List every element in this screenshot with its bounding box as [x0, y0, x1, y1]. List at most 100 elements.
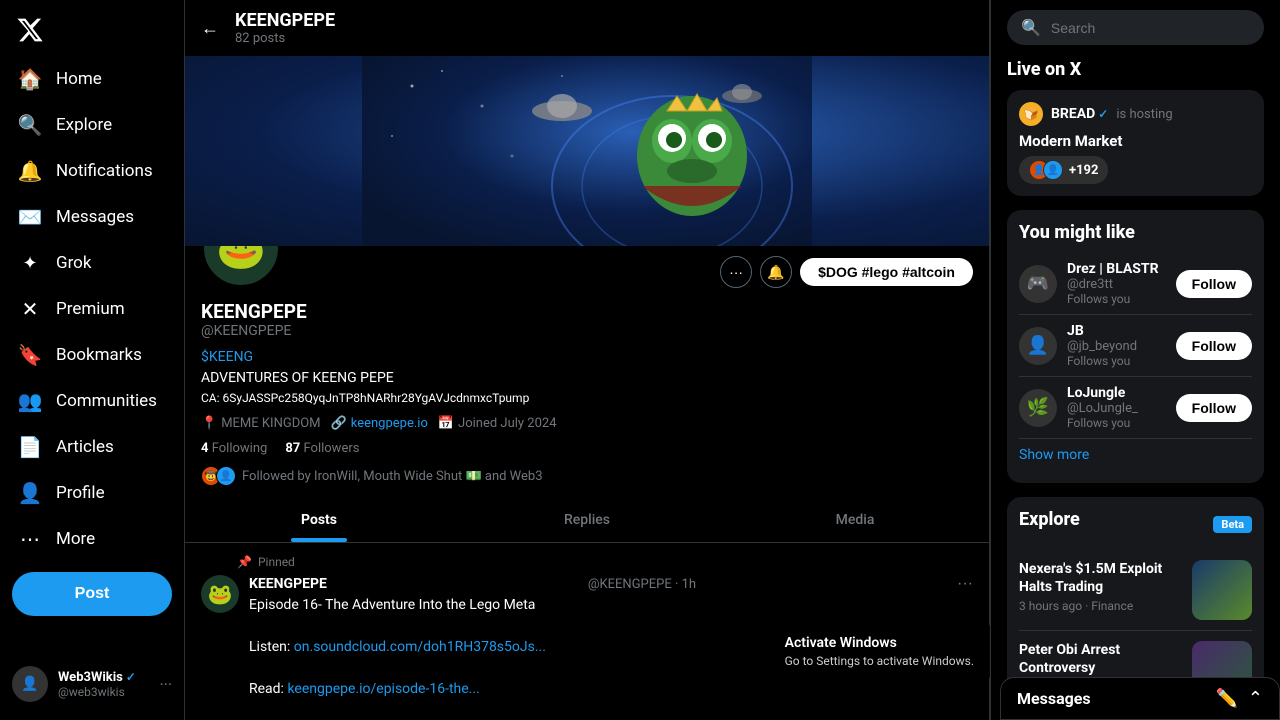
articles-icon: 📄: [18, 435, 42, 459]
listen-label: Listen:: [249, 639, 294, 655]
suggest-follows-2: Follows you: [1067, 354, 1166, 368]
profile-website[interactable]: 🔗 keengpepe.io: [331, 416, 428, 431]
pin-icon: 📌: [237, 555, 252, 569]
suggest-info-3: LoJungle @LoJungle_ Follows you: [1067, 385, 1166, 430]
search-input[interactable]: [1051, 20, 1250, 36]
search-icon: 🔍: [1021, 18, 1041, 37]
live-host-avatar: 🍞: [1019, 102, 1043, 126]
notification-bell-button[interactable]: 🔔: [760, 256, 792, 288]
listener-avatar-2: 👤: [1043, 160, 1063, 180]
post-more-button[interactable]: ···: [957, 575, 973, 593]
suggest-avatar-1: 🎮: [1019, 265, 1057, 303]
premium-icon: ✕: [18, 297, 42, 321]
back-button[interactable]: ←: [201, 18, 219, 39]
profile-handle: @KEENGPEPE: [201, 323, 973, 339]
profile-header-info: KEENGPEPE 82 posts: [235, 10, 335, 46]
read-link[interactable]: keengpepe.io/episode-16-the...: [287, 681, 479, 697]
tab-media[interactable]: Media: [721, 498, 989, 542]
suggest-item-1: 🎮 Drez | BLASTR @dre3tt Follows you Foll…: [1019, 253, 1252, 315]
sidebar-item-notifications[interactable]: 🔔 Notifications: [4, 149, 180, 193]
explore-icon: 🔍: [18, 113, 42, 137]
expand-messages-icon[interactable]: ⌃: [1248, 688, 1263, 709]
home-icon: 🏠: [18, 67, 42, 91]
messages-bar-icons: ✏️ ⌃: [1215, 688, 1263, 709]
profile-stats: 4 Following 87 Followers: [201, 441, 973, 456]
explore-header: Explore Beta: [1019, 509, 1252, 540]
more-options-button[interactable]: ···: [720, 256, 752, 288]
explore-text-1: Nexera's $1.5M Exploit Halts Trading 3 h…: [1019, 560, 1184, 620]
suggest-avatar-2: 👤: [1019, 327, 1057, 365]
sidebar: 🏠 Home 🔍 Explore 🔔 Notifications ✉️ Mess…: [0, 0, 185, 720]
link-icon: 🔗: [331, 416, 347, 431]
soundcloud-link[interactable]: on.soundcloud.com/doh1RH378s5oJs...: [294, 639, 546, 655]
sidebar-item-articles[interactable]: 📄 Articles: [4, 425, 180, 469]
explore-headline-2: Peter Obi Arrest Controversy: [1019, 641, 1184, 677]
sidebar-item-explore[interactable]: 🔍 Explore: [4, 103, 180, 147]
sidebar-item-label: Home: [56, 69, 102, 89]
show-more-link[interactable]: Show more: [1019, 439, 1252, 471]
sidebar-item-profile[interactable]: 👤 Profile: [4, 471, 180, 515]
sidebar-item-messages[interactable]: ✉️ Messages: [4, 195, 180, 239]
explore-image-1: [1192, 560, 1252, 620]
messages-icon: ✉️: [18, 205, 42, 229]
sidebar-item-premium[interactable]: ✕ Premium: [4, 287, 180, 331]
more-icon: ⋯: [18, 527, 42, 551]
profile-info-section: 🐸 ··· 🔔 $DOG #lego #altcoin KEENGPEPE @K…: [185, 246, 989, 486]
calendar-icon: 📅: [438, 416, 454, 431]
explore-item-1[interactable]: Nexera's $1.5M Exploit Halts Trading 3 h…: [1019, 550, 1252, 631]
profile-location: 📍 MEME KINGDOM: [201, 416, 321, 431]
live-show-title: Modern Market: [1019, 132, 1252, 150]
suggest-name-3: LoJungle: [1067, 385, 1166, 401]
profile-tabs: Posts Replies Media: [185, 498, 989, 543]
tab-replies[interactable]: Replies: [453, 498, 721, 542]
user-dots-icon: ···: [159, 675, 172, 694]
post-avatar: 🐸: [201, 575, 239, 613]
profile-icon: 👤: [18, 481, 42, 505]
sidebar-user-info: Web3Wikis ✓ @web3wikis: [58, 670, 149, 699]
profile-display-name: KEENGPEPE: [201, 300, 973, 323]
sidebar-user[interactable]: 👤 Web3Wikis ✓ @web3wikis ···: [0, 656, 184, 712]
profile-header-top: ← KEENGPEPE 82 posts: [185, 0, 989, 56]
sidebar-item-label: Communities: [56, 391, 157, 411]
post-button[interactable]: Post: [12, 572, 172, 616]
profile-skeeng-link[interactable]: $KEENG: [201, 349, 973, 365]
post-handle: @KEENGPEPE · 1h: [588, 577, 696, 592]
following-stat[interactable]: 4 Following: [201, 441, 267, 456]
tab-posts[interactable]: Posts: [185, 498, 453, 542]
live-section-title: Live on X: [1007, 59, 1264, 80]
sidebar-item-bookmarks[interactable]: 🔖 Bookmarks: [4, 333, 180, 377]
sidebar-item-label: Bookmarks: [56, 345, 142, 365]
compose-message-icon[interactable]: ✏️: [1215, 688, 1237, 709]
profile-meta: 📍 MEME KINGDOM 🔗 keengpepe.io 📅 Joined J…: [201, 416, 973, 431]
follow-suggest-button-2[interactable]: Follow: [1176, 332, 1252, 360]
bookmarks-icon: 🔖: [18, 343, 42, 367]
sidebar-item-label: Profile: [56, 483, 105, 503]
followed-avatars: 🤠 👤: [201, 466, 236, 486]
follow-button[interactable]: $DOG #lego #altcoin: [800, 258, 973, 286]
sidebar-item-communities[interactable]: 👥 Communities: [4, 379, 180, 423]
explore-title: Explore: [1019, 509, 1080, 530]
profile-header-posts: 82 posts: [235, 31, 335, 46]
sidebar-item-more[interactable]: ⋯ More: [4, 517, 180, 561]
sidebar-item-label: Notifications: [56, 161, 153, 181]
search-box[interactable]: 🔍: [1007, 10, 1264, 45]
follow-suggest-button-1[interactable]: Follow: [1176, 270, 1252, 298]
live-listener-avatars: 👤 👤: [1029, 160, 1063, 180]
post-pinned-label: 📌 Pinned: [201, 555, 973, 569]
followers-stat[interactable]: 87 Followers: [285, 441, 359, 456]
suggest-handle-3: @LoJungle_: [1067, 401, 1166, 416]
sidebar-item-grok[interactable]: ✦ Grok: [4, 241, 180, 285]
sidebar-item-label: Messages: [56, 207, 134, 227]
communities-icon: 👥: [18, 389, 42, 413]
suggest-avatar-3: 🌿: [1019, 389, 1057, 427]
profile-joined: 📅 Joined July 2024: [438, 416, 557, 431]
sidebar-item-home[interactable]: 🏠 Home: [4, 57, 180, 101]
follow-suggest-button-3[interactable]: Follow: [1176, 394, 1252, 422]
live-status: is hosting: [1116, 107, 1172, 122]
suggest-handle-2: @jb_beyond: [1067, 339, 1166, 354]
messages-bar-title: Messages: [1017, 689, 1091, 708]
live-card[interactable]: 🍞 BREAD ✓ is hosting Modern Market 👤 👤 +…: [1007, 90, 1264, 196]
beta-badge: Beta: [1213, 516, 1252, 533]
notifications-icon: 🔔: [18, 159, 42, 183]
activate-title: Activate Windows: [785, 635, 974, 651]
